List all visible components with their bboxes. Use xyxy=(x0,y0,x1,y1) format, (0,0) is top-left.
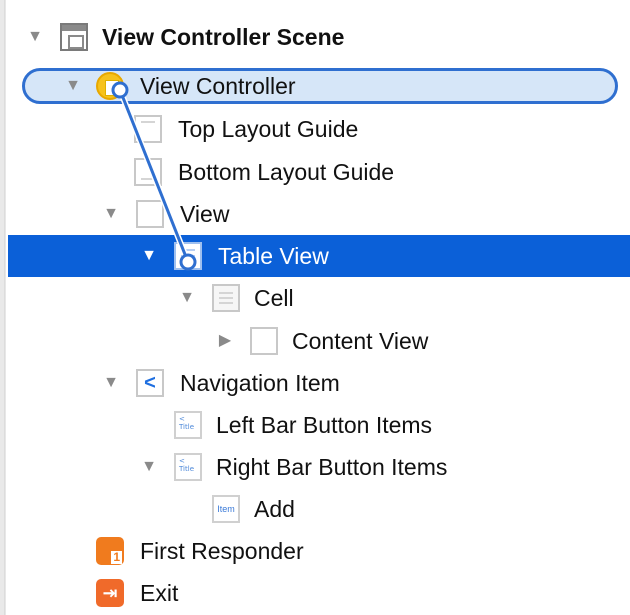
tree-row-top-layout-guide[interactable]: Top Layout Guide xyxy=(8,108,630,150)
tree-label: View Controller Scene xyxy=(102,23,345,50)
tree-label: Table View xyxy=(218,242,329,269)
layout-guide-icon xyxy=(134,158,162,186)
disclosure-triangle-icon[interactable]: ▼ xyxy=(176,287,198,309)
disclosure-triangle-icon[interactable]: ▼ xyxy=(138,245,160,267)
tree-label: Bottom Layout Guide xyxy=(178,158,395,185)
tree-row-view-controller-scene[interactable]: ▼ View Controller Scene xyxy=(8,16,630,58)
exit-icon: ⇥ xyxy=(96,579,124,607)
tree-label: View xyxy=(180,200,230,227)
tree-row-cell[interactable]: ▼ Cell xyxy=(8,277,630,319)
table-view-icon xyxy=(174,242,202,270)
disclosure-triangle-icon[interactable]: ▼ xyxy=(62,75,84,97)
tree-row-right-bar-button-items[interactable]: ▼ < Title Right Bar Button Items xyxy=(8,446,630,488)
tree-label: Content View xyxy=(292,327,429,354)
layout-guide-icon xyxy=(134,115,162,143)
view-controller-icon xyxy=(96,72,124,100)
tree-row-add[interactable]: Item Add xyxy=(8,488,630,530)
bar-button-item-icon: Item xyxy=(212,495,240,523)
disclosure-triangle-icon[interactable]: ▼ xyxy=(138,456,160,478)
tree-label: First Responder xyxy=(140,537,304,564)
disclosure-triangle-collapsed-icon[interactable]: ▶ xyxy=(214,330,236,352)
scene-icon xyxy=(60,23,88,51)
tree-row-first-responder[interactable]: 1 First Responder xyxy=(8,530,630,572)
disclosure-triangle-icon[interactable]: ▼ xyxy=(100,203,122,225)
tree-row-bottom-layout-guide[interactable]: Bottom Layout Guide xyxy=(8,151,630,193)
bar-button-items-icon: < Title xyxy=(174,453,202,481)
tree-label: Left Bar Button Items xyxy=(216,411,433,438)
first-responder-icon: 1 xyxy=(96,537,124,565)
tree-label: Top Layout Guide xyxy=(178,115,359,142)
cell-icon xyxy=(212,284,240,312)
tree-row-navigation-item[interactable]: ▼ < Navigation Item xyxy=(8,362,630,404)
tree-row-left-bar-button-items[interactable]: < Title Left Bar Button Items xyxy=(8,404,630,446)
navigation-item-icon: < xyxy=(136,369,164,397)
view-icon xyxy=(136,200,164,228)
disclosure-triangle-icon[interactable]: ▼ xyxy=(100,372,122,394)
bar-button-items-icon: < Title xyxy=(174,411,202,439)
tree-label: Cell xyxy=(254,284,294,311)
tree-row-view-controller[interactable]: ▼ View Controller xyxy=(8,65,630,107)
tree-row-content-view[interactable]: ▶ Content View xyxy=(8,320,630,362)
tree-label: View Controller xyxy=(140,72,296,99)
disclosure-triangle-icon[interactable]: ▼ xyxy=(24,26,46,48)
tree-label: Add xyxy=(254,495,295,522)
tree-label: Navigation Item xyxy=(180,369,340,396)
tree-label: Right Bar Button Items xyxy=(216,453,448,480)
tree-row-exit[interactable]: ⇥ Exit xyxy=(8,572,630,614)
panel-left-border xyxy=(0,0,8,615)
tree-label: Exit xyxy=(140,579,179,606)
content-view-icon xyxy=(250,327,278,355)
tree-row-view[interactable]: ▼ View xyxy=(8,193,630,235)
tree-row-table-view[interactable]: ▼ Table View xyxy=(8,235,630,277)
